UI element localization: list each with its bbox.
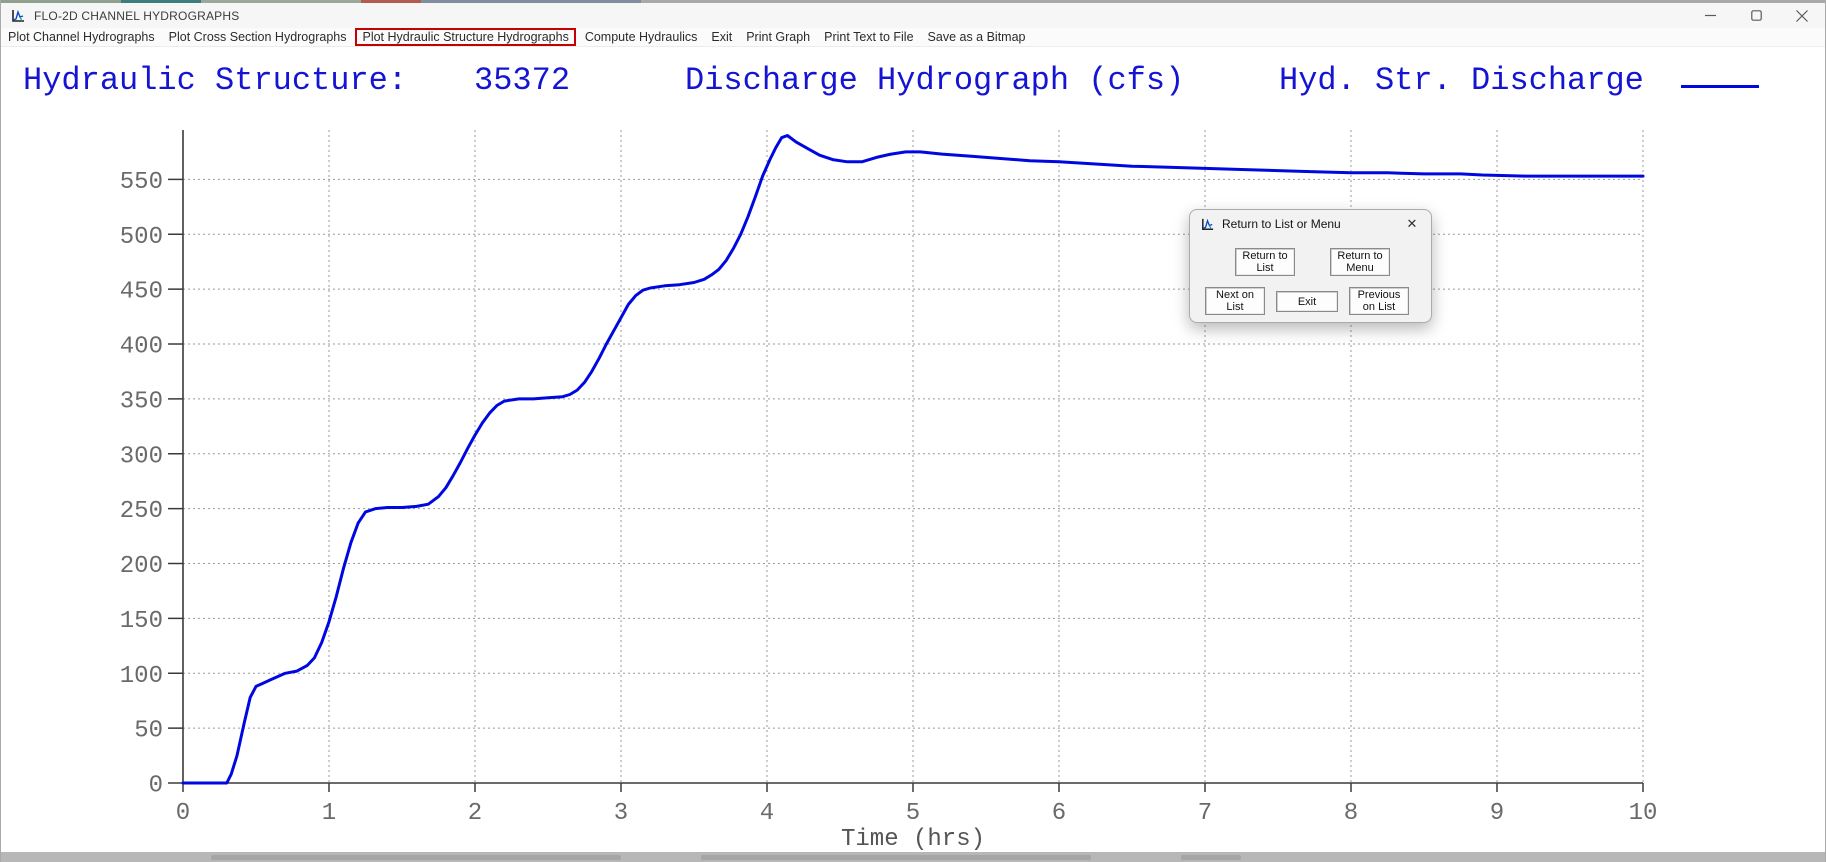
svg-text:100: 100 [120, 663, 163, 690]
return-to-menu-button[interactable]: Return to Menu [1330, 248, 1390, 276]
svg-text:10: 10 [1629, 800, 1658, 827]
menu-compute-hydraulics[interactable]: Compute Hydraulics [578, 29, 705, 45]
menu-print-text-to-file[interactable]: Print Text to File [817, 29, 920, 45]
svg-text:6: 6 [1052, 800, 1066, 827]
taskbar-smudge [211, 855, 621, 860]
minimize-button[interactable] [1687, 3, 1733, 28]
exit-button[interactable]: Exit [1276, 291, 1338, 312]
svg-text:500: 500 [120, 224, 163, 251]
svg-text:2: 2 [468, 800, 482, 827]
svg-text:Time (hrs): Time (hrs) [841, 826, 985, 853]
svg-text:0: 0 [149, 773, 163, 800]
menu-save-as-bitmap[interactable]: Save as a Bitmap [921, 29, 1033, 45]
svg-text:7: 7 [1198, 800, 1212, 827]
svg-text:250: 250 [120, 498, 163, 525]
taskbar-strip [1, 852, 1825, 862]
legend-line-sample [1681, 85, 1759, 88]
svg-text:8: 8 [1344, 800, 1358, 827]
close-icon [1796, 9, 1808, 22]
svg-text:50: 50 [134, 718, 163, 745]
svg-text:3: 3 [614, 800, 628, 827]
taskbar-smudge [701, 855, 1091, 860]
menu-plot-channel-hydrographs[interactable]: Plot Channel Hydrographs [1, 29, 162, 45]
dialog-title: Return to List or Menu [1222, 217, 1341, 231]
structure-value: 35372 [474, 62, 571, 99]
svg-text:300: 300 [120, 443, 163, 470]
dialog-logo-icon [1202, 218, 1214, 230]
svg-text:350: 350 [120, 388, 163, 415]
chart-title: Discharge Hydrograph (cfs) [685, 62, 1185, 99]
menu-bar: Plot Channel Hydrographs Plot Cross Sect… [1, 28, 1825, 47]
menu-plot-hydraulic-structure-hydrographs[interactable]: Plot Hydraulic Structure Hydrographs [355, 28, 576, 46]
hydrograph-chart: 0 50 100 150 200 250 300 350 400 450 500 550 0 1 2 3 4 5 6… [120, 130, 1658, 853]
maximize-icon [1750, 10, 1762, 21]
svg-text:5: 5 [906, 800, 920, 827]
return-dialog: Return to List or Menu ✕ Return to List … [1189, 209, 1432, 323]
window-controls [1687, 3, 1825, 28]
title-bar: FLO-2D CHANNEL HYDROGRAPHS [1, 3, 1825, 28]
dialog-close-icon[interactable]: ✕ [1403, 215, 1421, 233]
return-to-list-button[interactable]: Return to List [1235, 248, 1295, 276]
app-logo-icon [12, 9, 24, 22]
menu-exit[interactable]: Exit [704, 29, 739, 45]
svg-text:4: 4 [760, 800, 774, 827]
minimize-icon [1704, 14, 1716, 17]
maximize-button[interactable] [1733, 3, 1779, 28]
structure-label: Hydraulic Structure: [23, 62, 408, 99]
legend-label: Hyd. Str. Discharge [1279, 62, 1644, 99]
svg-text:550: 550 [120, 169, 163, 196]
close-button[interactable] [1779, 3, 1825, 28]
svg-text:200: 200 [120, 553, 163, 580]
previous-on-list-button[interactable]: Previous on List [1349, 287, 1409, 315]
svg-text:150: 150 [120, 608, 163, 635]
menu-print-graph[interactable]: Print Graph [739, 29, 817, 45]
menu-plot-cross-section-hydrographs[interactable]: Plot Cross Section Hydrographs [162, 29, 354, 45]
svg-text:450: 450 [120, 279, 163, 306]
svg-text:0: 0 [176, 800, 190, 827]
svg-text:1: 1 [322, 800, 336, 827]
app-window: FLO-2D CHANNEL HYDROGRAPHS Plot Channel … [0, 0, 1826, 862]
svg-text:400: 400 [120, 334, 163, 361]
next-on-list-button[interactable]: Next on List [1205, 287, 1265, 315]
window-title: FLO-2D CHANNEL HYDROGRAPHS [34, 8, 240, 23]
taskbar-smudge [1181, 855, 1241, 860]
svg-text:9: 9 [1490, 800, 1504, 827]
